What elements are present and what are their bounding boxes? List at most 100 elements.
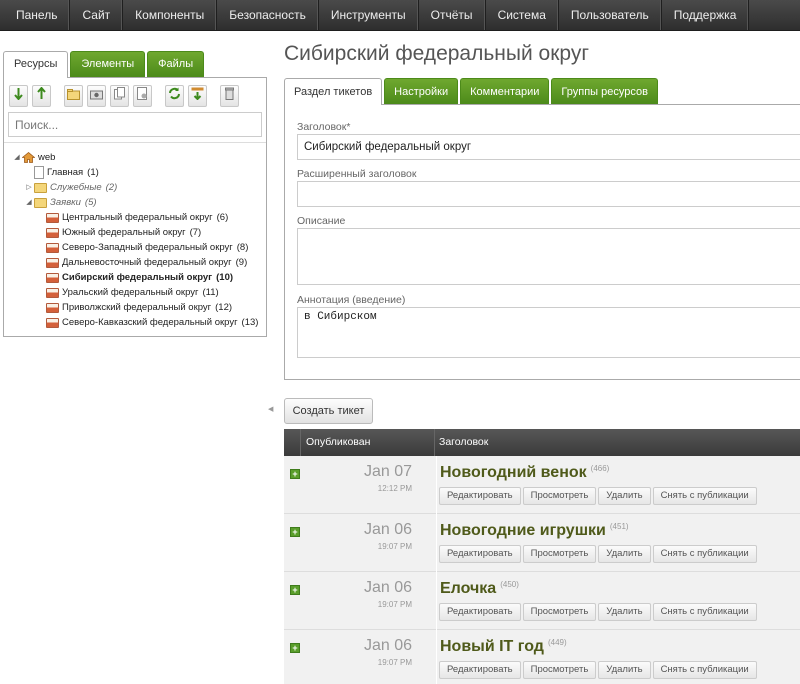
tree-label: Служебные <box>50 182 102 193</box>
divider <box>4 142 266 143</box>
tab-comments[interactable]: Комментарии <box>460 78 550 104</box>
tree-node-web[interactable]: ◢ web <box>12 150 55 165</box>
expand-row-icon[interactable]: + <box>290 469 300 479</box>
ticket-title-link[interactable]: Новогодние игрушки <box>440 522 606 540</box>
tree-node-ticket[interactable]: Северо-Кавказский федеральный округ (13) <box>46 315 258 330</box>
tree-label: Северо-Кавказский федеральный округ <box>62 317 238 328</box>
create-ticket-button[interactable]: Создать тикет <box>284 398 373 424</box>
new-weblink-icon[interactable] <box>87 85 106 107</box>
expand-toggle-icon[interactable]: ◢ <box>12 150 22 165</box>
tree-node-ticket[interactable]: Дальневосточный федеральный округ (9) <box>46 255 247 270</box>
column-title[interactable]: Заголовок <box>439 429 488 456</box>
ticket-title-link[interactable]: Елочка <box>440 580 496 598</box>
resource-tree-panel: ◢ web Главная (1) ▷ Служебные (2) ◢ Заяв… <box>3 77 267 337</box>
sort-icon[interactable] <box>188 85 207 107</box>
page-title: Сибирский федеральный округ <box>284 42 590 65</box>
unpublish-button[interactable]: Снять с публикации <box>652 661 757 679</box>
longtitle-label: Расширенный заголовок <box>297 168 417 180</box>
ticket-title-link[interactable]: Новый IT год <box>440 638 544 656</box>
ticket-id: (466) <box>590 464 610 473</box>
tree-label: Центральный федеральный округ <box>62 212 213 223</box>
tree-label: Северо-Западный федеральный округ <box>62 242 233 253</box>
tree-label: Дальневосточный федеральный округ <box>62 257 232 268</box>
refresh-icon[interactable] <box>165 85 184 107</box>
edit-button[interactable]: Редактировать <box>439 487 521 505</box>
published-time: 19:07 PM <box>377 658 412 667</box>
nav-security[interactable]: Безопасность <box>217 0 319 30</box>
tree-node-ticket[interactable]: Приволжский федеральный округ (12) <box>46 300 232 315</box>
unpublish-button[interactable]: Снять с публикации <box>652 487 757 505</box>
tree-node-ticket[interactable]: Центральный федеральный округ (6) <box>46 210 228 225</box>
nav-site[interactable]: Сайт <box>70 0 124 30</box>
tab-files[interactable]: Файлы <box>147 51 205 77</box>
edit-button[interactable]: Редактировать <box>439 661 521 679</box>
tree-node-ticket[interactable]: Северо-Западный федеральный округ (8) <box>46 240 248 255</box>
tab-settings[interactable]: Настройки <box>384 78 459 104</box>
expand-row-icon[interactable]: + <box>290 527 300 537</box>
new-folder-icon[interactable] <box>64 85 83 107</box>
view-button[interactable]: Просмотреть <box>522 661 597 679</box>
expand-toggle-icon[interactable]: ◢ <box>24 195 34 210</box>
nav-system[interactable]: Система <box>486 0 559 30</box>
edit-button[interactable]: Редактировать <box>439 603 521 621</box>
top-navigation: Панель Сайт Компоненты Безопасность Инст… <box>0 0 800 31</box>
tab-resource-groups[interactable]: Группы ресурсов <box>551 78 658 104</box>
delete-button[interactable]: Удалить <box>598 487 651 505</box>
tree-node-service[interactable]: ▷ Служебные (2) <box>24 180 117 195</box>
home-icon <box>21 151 36 163</box>
search-input[interactable] <box>8 112 262 137</box>
table-row: + Jan 07 12:12 PM Новогодний венок (466)… <box>284 456 800 514</box>
nav-components[interactable]: Компоненты <box>123 0 218 30</box>
tab-ticket-section[interactable]: Раздел тикетов <box>284 78 383 105</box>
arrow-down-icon[interactable] <box>9 85 28 107</box>
arrow-up-icon[interactable] <box>32 85 51 107</box>
tab-elements[interactable]: Элементы <box>70 51 146 77</box>
view-button[interactable]: Просмотреть <box>522 487 597 505</box>
tree-node-ticket-selected[interactable]: Сибирский федеральный округ (10) <box>46 270 233 285</box>
tree-node-requests[interactable]: ◢ Заявки (5) <box>24 195 96 210</box>
nav-support[interactable]: Поддержка <box>662 0 750 30</box>
description-field[interactable] <box>297 228 800 285</box>
tree-node-main[interactable]: Главная (1) <box>24 165 99 180</box>
folder-icon <box>34 182 47 193</box>
grid-header: Опубликован Заголовок <box>284 429 800 456</box>
nav-reports[interactable]: Отчёты <box>419 0 486 30</box>
introtext-field[interactable]: в Сибирском <box>297 307 800 358</box>
collapse-toggle-icon[interactable]: ▷ <box>24 180 34 195</box>
nav-user[interactable]: Пользователь <box>559 0 662 30</box>
tickets-grid: Опубликован Заголовок + Jan 07 12:12 PM … <box>284 429 800 684</box>
collapse-left-panel-icon[interactable]: ◀ <box>268 403 273 417</box>
delete-button[interactable]: Удалить <box>598 545 651 563</box>
main-tabs: Раздел тикетов Настройки Комментарии Гру… <box>284 78 658 105</box>
title-field[interactable]: Сибирский федеральный округ <box>297 134 800 160</box>
expand-row-icon[interactable]: + <box>290 643 300 653</box>
view-button[interactable]: Просмотреть <box>522 545 597 563</box>
tree-count: (1) <box>87 167 99 178</box>
tab-resources[interactable]: Ресурсы <box>3 51 69 78</box>
unpublish-button[interactable]: Снять с публикации <box>652 603 757 621</box>
unpublish-button[interactable]: Снять с публикации <box>652 545 757 563</box>
tree-node-ticket[interactable]: Уральский федеральный округ (11) <box>46 285 219 300</box>
ticket-section-icon <box>46 287 59 298</box>
published-date: Jan 06 <box>363 521 412 538</box>
column-published[interactable]: Опубликован <box>306 429 370 456</box>
longtitle-field[interactable] <box>297 181 800 207</box>
purge-icon[interactable] <box>220 85 239 107</box>
view-button[interactable]: Просмотреть <box>522 603 597 621</box>
delete-button[interactable]: Удалить <box>598 661 651 679</box>
tree-count: (13) <box>241 317 259 328</box>
ticket-section-icon <box>46 227 59 238</box>
tree-label: Заявки <box>50 197 81 208</box>
ticket-title-link[interactable]: Новогодний венок <box>440 464 587 482</box>
new-symlink-icon[interactable] <box>110 85 129 107</box>
nav-dashboard[interactable]: Панель <box>0 0 71 30</box>
expand-row-icon[interactable]: + <box>290 585 300 595</box>
tree-node-ticket[interactable]: Южный федеральный округ (7) <box>46 225 201 240</box>
edit-button[interactable]: Редактировать <box>439 545 521 563</box>
tree-label: Приволжский федеральный округ <box>62 302 212 313</box>
row-actions: Редактировать Просмотреть Удалить Снять … <box>439 603 757 621</box>
table-row: + Jan 06 19:07 PM Елочка (450) Редактиро… <box>284 572 800 630</box>
nav-tools[interactable]: Инструменты <box>319 0 419 30</box>
new-static-icon[interactable] <box>133 85 152 107</box>
delete-button[interactable]: Удалить <box>598 603 651 621</box>
